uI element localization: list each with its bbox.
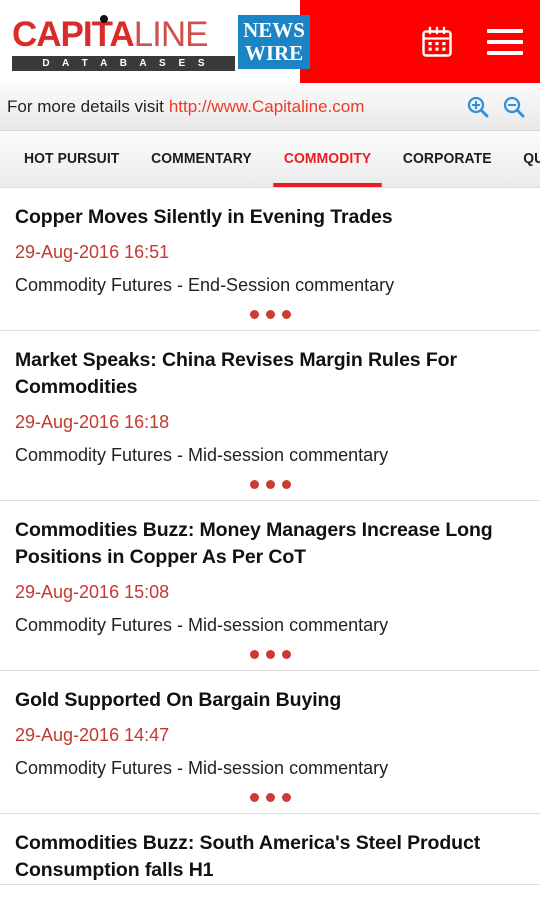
more-dots-icon[interactable] — [15, 782, 525, 813]
news-category: Commodity Futures - Mid-session commenta… — [15, 615, 389, 635]
tab-quotes[interactable]: QUOTES — [510, 131, 540, 187]
news-timestamp: 29-Aug-2016 15:08 — [15, 582, 170, 602]
info-bar-text: For more details visit — [7, 96, 164, 116]
news-list-item[interactable]: Commodities Buzz: South America's Steel … — [0, 814, 540, 885]
news-title: Gold Supported On Bargain Buying — [15, 689, 342, 711]
zoom-in-button[interactable] — [466, 95, 490, 119]
header-actions — [300, 0, 540, 83]
news-timestamp: 29-Aug-2016 16:18 — [15, 412, 170, 432]
calendar-icon — [422, 26, 452, 57]
news-category: Commodity Futures - Mid-session commenta… — [15, 445, 389, 465]
tab-label: COMMENTARY — [151, 151, 253, 167]
tab-commentary[interactable]: COMMENTARY — [138, 131, 266, 187]
news-list-item[interactable]: Copper Moves Silently in Evening Trades … — [0, 188, 540, 331]
logo-brand-part2: LINE — [133, 14, 209, 54]
news-list-item[interactable]: Market Speaks: China Revises Margin Rule… — [0, 331, 540, 501]
more-dots-icon[interactable] — [15, 299, 525, 330]
news-title: Copper Moves Silently in Evening Trades — [15, 206, 393, 228]
tab-hot-pursuit[interactable]: HOT PURSUIT — [11, 131, 133, 187]
category-tabbar: HOT PURSUIT COMMENTARY COMMODITY CORPORA… — [0, 131, 540, 188]
news-title: Commodities Buzz: South America's Steel … — [15, 832, 481, 881]
news-category: Commodity Futures - End-Session commenta… — [15, 275, 395, 295]
tab-corporate[interactable]: CORPORATE — [390, 131, 506, 187]
tab-label: COMMODITY — [284, 151, 372, 167]
tab-commodity[interactable]: COMMODITY — [271, 131, 385, 187]
news-list-item[interactable]: Commodities Buzz: Money Managers Increas… — [0, 501, 540, 671]
news-timestamp: 29-Aug-2016 14:47 — [15, 725, 170, 745]
news-list-item[interactable]: Gold Supported On Bargain Buying 29-Aug-… — [0, 671, 540, 814]
logo-badge-line2: WIRE — [244, 40, 304, 65]
calendar-button[interactable] — [421, 26, 453, 58]
menu-button[interactable] — [487, 28, 523, 55]
news-title: Commodities Buzz: Money Managers Increas… — [15, 519, 493, 568]
logo-wordmark: CAPITALINE D A T A B A S E S — [12, 14, 235, 71]
news-category: Commodity Futures - Mid-session commenta… — [15, 758, 389, 778]
info-bar: For more details visit http://www.Capita… — [0, 83, 540, 131]
zoom-controls — [466, 95, 526, 119]
logo-dot-accent — [100, 14, 108, 23]
logo-tagline-bar: D A T A B A S E S — [12, 55, 235, 71]
news-timestamp: 29-Aug-2016 16:51 — [15, 242, 170, 262]
logo-badge-line1: NEWS — [243, 17, 305, 42]
capitaline-website-link[interactable]: http://www.Capitaline.com — [169, 97, 365, 117]
more-dots-icon[interactable] — [15, 639, 525, 670]
logo-tagline: D A T A B A S E S — [42, 57, 210, 69]
brand-logo[interactable]: CAPITALINE D A T A B A S E S NEWS WIRE — [0, 0, 310, 83]
news-list: Copper Moves Silently in Evening Trades … — [0, 188, 540, 885]
logo-brand-part1: CAPITA — [12, 14, 135, 54]
app-header: CAPITALINE D A T A B A S E S NEWS WIRE — [0, 0, 540, 83]
tab-label: HOT PURSUIT — [23, 151, 120, 167]
news-title: Market Speaks: China Revises Margin Rule… — [15, 349, 457, 398]
more-dots-icon[interactable] — [15, 469, 525, 500]
zoom-out-button[interactable] — [502, 95, 526, 119]
tab-label: QUOTES — [523, 151, 540, 167]
tab-label: CORPORATE — [403, 151, 493, 167]
hamburger-menu-icon — [487, 28, 523, 55]
logo-newswire-badge: NEWS WIRE — [238, 14, 310, 69]
logo-word-row: CAPITALINE — [12, 15, 235, 55]
